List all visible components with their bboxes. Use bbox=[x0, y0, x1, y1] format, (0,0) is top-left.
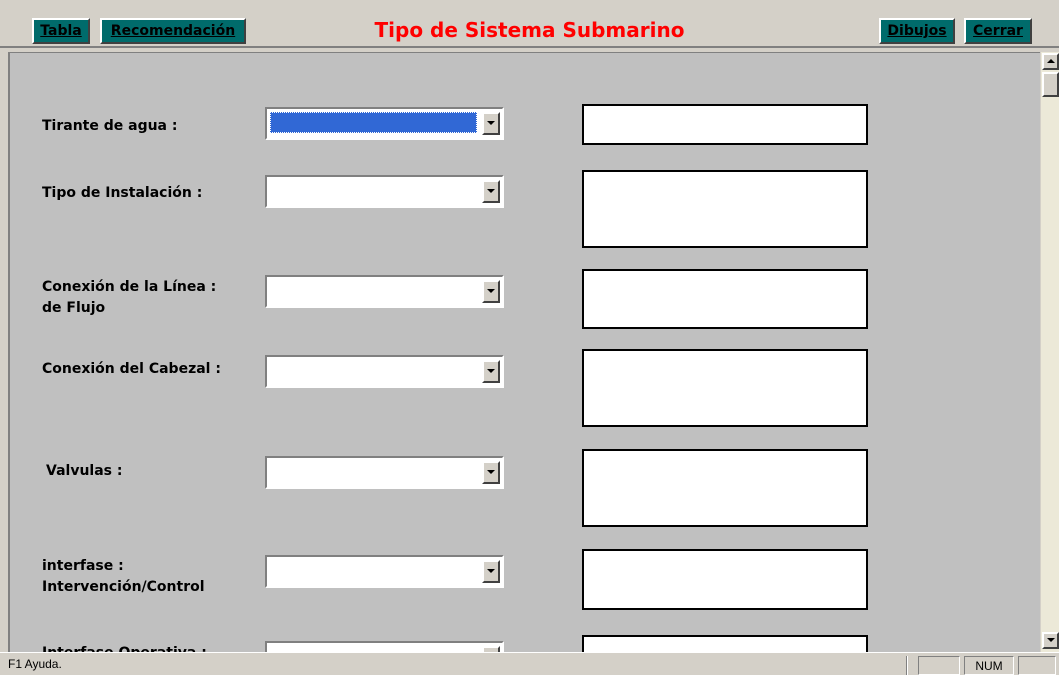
interfase-combo[interactable] bbox=[265, 555, 504, 588]
interfase-textbox[interactable] bbox=[582, 549, 868, 610]
valvulas-combo[interactable] bbox=[265, 456, 504, 489]
interfase-label: interfase : bbox=[42, 558, 124, 574]
conexion-cabezal-label: Conexión del Cabezal : bbox=[42, 361, 221, 377]
dropdown-arrow-icon[interactable] bbox=[482, 180, 500, 203]
status-pane-scrl bbox=[1018, 656, 1056, 675]
valvulas-combo-value bbox=[267, 458, 480, 487]
valvulas-label: Valvulas : bbox=[46, 463, 123, 479]
dropdown-arrow-icon[interactable] bbox=[482, 360, 500, 383]
interfase-operativa-label: Interfase Operativa : bbox=[42, 643, 207, 652]
status-pane-caps bbox=[918, 656, 960, 675]
valvulas-textbox[interactable] bbox=[582, 449, 868, 527]
dropdown-arrow-icon[interactable] bbox=[482, 560, 500, 583]
scroll-down-icon[interactable] bbox=[1042, 632, 1059, 649]
interfase-label-line2: Intervención/Control bbox=[42, 579, 205, 595]
tirante-textbox[interactable] bbox=[582, 104, 868, 145]
tirante-label: Tirante de agua : bbox=[42, 118, 178, 134]
tipo-instalacion-combo[interactable] bbox=[265, 175, 504, 208]
conexion-linea-combo[interactable] bbox=[265, 275, 504, 308]
conexion-linea-textbox[interactable] bbox=[582, 269, 868, 329]
scrollbar-thumb[interactable] bbox=[1042, 72, 1059, 97]
header-bar: Tabla Recomendación Tipo de Sistema Subm… bbox=[0, 0, 1059, 48]
dropdown-arrow-icon[interactable] bbox=[482, 461, 500, 484]
dibujos-button[interactable]: Dibujos bbox=[879, 18, 955, 44]
tirante-combo[interactable] bbox=[265, 107, 504, 140]
scroll-up-icon[interactable] bbox=[1042, 53, 1059, 70]
recomendacion-button[interactable]: Recomendación bbox=[100, 18, 246, 44]
status-message: F1 Ayuda. bbox=[8, 657, 62, 671]
interfase-combo-value bbox=[267, 557, 480, 586]
tirante-combo-value bbox=[267, 109, 480, 138]
tipo-instalacion-combo-value bbox=[267, 177, 480, 206]
interfase-operativa-combo-value bbox=[267, 643, 480, 652]
app-window: Tabla Recomendación Tipo de Sistema Subm… bbox=[0, 0, 1059, 675]
form-area: Tirante de agua : Tipo de Instalación : … bbox=[8, 52, 1040, 652]
tipo-instalacion-textbox[interactable] bbox=[582, 170, 868, 248]
dropdown-arrow-icon[interactable] bbox=[482, 280, 500, 303]
vertical-scrollbar[interactable] bbox=[1040, 52, 1059, 652]
conexion-linea-combo-value bbox=[267, 277, 480, 306]
cerrar-button[interactable]: Cerrar bbox=[964, 18, 1032, 44]
interfase-operativa-combo[interactable] bbox=[265, 641, 504, 652]
conexion-linea-label-line2: de Flujo bbox=[42, 300, 106, 316]
interfase-operativa-textbox[interactable] bbox=[582, 635, 868, 652]
selection-highlight bbox=[270, 112, 477, 133]
tabla-button[interactable]: Tabla bbox=[32, 18, 90, 44]
conexion-linea-label: Conexión de la Línea : bbox=[42, 279, 217, 295]
conexion-cabezal-combo[interactable] bbox=[265, 355, 504, 388]
status-divider bbox=[906, 656, 908, 675]
conexion-cabezal-combo-value bbox=[267, 357, 480, 386]
status-bar: F1 Ayuda. NUM bbox=[0, 652, 1059, 675]
conexion-cabezal-textbox[interactable] bbox=[582, 349, 868, 427]
dropdown-arrow-icon[interactable] bbox=[482, 112, 500, 135]
tipo-instalacion-label: Tipo de Instalación : bbox=[42, 185, 203, 201]
status-pane-num: NUM bbox=[964, 656, 1014, 675]
